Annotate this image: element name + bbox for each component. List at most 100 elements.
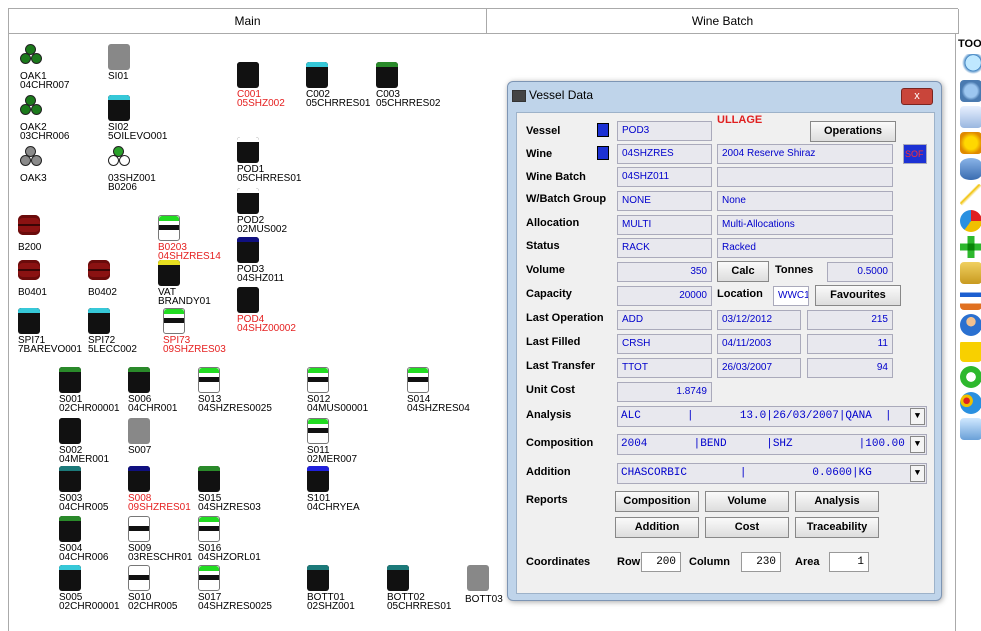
chevron-down-icon[interactable]: ▼ bbox=[910, 436, 925, 453]
warning-icon[interactable] bbox=[960, 340, 981, 362]
vessel-label: S101 04CHRYEA bbox=[307, 493, 360, 513]
tank-icon bbox=[128, 466, 150, 492]
vessel-data-dialog: Vessel Data x Vessel POD3 ULLAGE Operati… bbox=[507, 81, 942, 601]
vessel-label: OAK2 03CHR006 bbox=[20, 122, 70, 142]
wine-batch-label: Wine Batch bbox=[526, 171, 586, 183]
user-icon[interactable] bbox=[960, 314, 981, 336]
wbatch-group-label: W/Batch Group bbox=[526, 193, 607, 205]
tank-icon bbox=[198, 466, 220, 492]
last-filled-code: CRSH bbox=[617, 334, 712, 354]
oak-barrel-icon bbox=[20, 95, 42, 117]
row-field[interactable]: 200 bbox=[641, 552, 681, 572]
tab-bar: Main Wine Batch bbox=[8, 8, 959, 34]
tank-icon bbox=[307, 466, 329, 492]
addition-select[interactable]: CHASCORBIC | 0.0600|KG ▼ bbox=[617, 463, 927, 484]
toolbar: TOO bbox=[955, 34, 981, 631]
tank-icon bbox=[306, 62, 328, 88]
wand-icon[interactable] bbox=[960, 184, 981, 206]
column-field[interactable]: 230 bbox=[741, 552, 781, 572]
vessel-field[interactable]: POD3 bbox=[617, 121, 712, 141]
volume-field[interactable]: 350 bbox=[617, 262, 712, 282]
vessel-label: S009 03RESCHR01 bbox=[128, 543, 193, 563]
tank-icon bbox=[158, 215, 180, 241]
pie-chart-icon[interactable] bbox=[960, 210, 981, 232]
chevron-down-icon[interactable]: ▼ bbox=[910, 465, 925, 482]
calculator-icon[interactable] bbox=[960, 418, 981, 440]
vessel-label: C002 05CHRRES01 bbox=[306, 89, 371, 109]
area-label: Area bbox=[795, 556, 820, 568]
refresh-icon[interactable] bbox=[960, 366, 981, 388]
chevron-down-icon[interactable]: ▼ bbox=[910, 408, 925, 425]
oak-barrel-icon bbox=[20, 44, 42, 66]
tank-icon bbox=[88, 308, 110, 334]
palette-icon[interactable] bbox=[960, 392, 981, 414]
dialog-title: Vessel Data bbox=[512, 88, 593, 102]
cost-report-button[interactable]: Cost bbox=[705, 517, 789, 538]
document-icon[interactable] bbox=[960, 106, 981, 128]
tank-icon bbox=[108, 44, 130, 70]
area-field[interactable]: 1 bbox=[829, 552, 869, 572]
vessel-label: B200 bbox=[18, 242, 42, 253]
stack-icon[interactable] bbox=[960, 262, 981, 284]
reports-label: Reports bbox=[526, 494, 568, 506]
wbatch-group-desc-field: None bbox=[717, 191, 893, 211]
last-filled-date: 04/11/2003 bbox=[717, 334, 801, 354]
vessel-label: S006 04CHR001 bbox=[128, 394, 178, 414]
tab-main[interactable]: Main bbox=[9, 9, 487, 34]
favourites-button[interactable]: Favourites bbox=[815, 285, 901, 306]
vessel-label: S014 04SHZRES04 bbox=[407, 394, 470, 414]
calc-button[interactable]: Calc bbox=[717, 261, 769, 282]
vessel-label: B0203 04SHZRES14 bbox=[158, 242, 221, 262]
tonnes-label: Tonnes bbox=[775, 264, 814, 276]
oak-barrel-icon bbox=[108, 146, 130, 168]
find-icon[interactable] bbox=[960, 80, 981, 102]
analysis-report-button[interactable]: Analysis bbox=[795, 491, 879, 512]
last-transfer-number: 94 bbox=[807, 358, 893, 378]
composition-select[interactable]: 2004 |BEND |SHZ |100.00 ▼ bbox=[617, 434, 927, 455]
volume-report-button[interactable]: Volume bbox=[705, 491, 789, 512]
traceability-report-button[interactable]: Traceability bbox=[795, 517, 879, 538]
tank-icon bbox=[237, 188, 259, 214]
tonnes-field[interactable]: 0.5000 bbox=[827, 262, 893, 282]
allocation-field[interactable]: MULTI bbox=[617, 215, 712, 235]
vessel-label: S008 09SHZRES01 bbox=[128, 493, 191, 513]
tank-icon bbox=[59, 466, 81, 492]
dialog-body: Vessel POD3 ULLAGE Operations Wine 04SHZ… bbox=[516, 112, 935, 594]
capacity-label: Capacity bbox=[526, 288, 572, 300]
vessel-label: VAT BRANDY01 bbox=[158, 287, 211, 307]
database-icon[interactable] bbox=[960, 158, 981, 180]
vessel-label: SPI73 09SHZRES03 bbox=[163, 335, 226, 355]
analysis-select[interactable]: ALC | 13.0|26/03/2007|QANA | ▼ bbox=[617, 406, 927, 427]
wine-code-field[interactable]: 04SHZRES bbox=[617, 144, 712, 164]
composition-report-button[interactable]: Composition bbox=[615, 491, 699, 512]
tank-icon bbox=[128, 367, 150, 393]
wbatch-group-field[interactable]: NONE bbox=[617, 191, 712, 211]
vessel-label: S015 04SHZRES03 bbox=[198, 493, 261, 513]
wine-batch-field[interactable]: 04SHZ011 bbox=[617, 167, 712, 187]
status-field[interactable]: RACK bbox=[617, 238, 712, 258]
addition-report-button[interactable]: Addition bbox=[615, 517, 699, 538]
vessel-label: S016 04SHZORL01 bbox=[198, 543, 261, 563]
wine-lookup-button[interactable] bbox=[597, 146, 609, 160]
tab-wine-batch[interactable]: Wine Batch bbox=[487, 9, 959, 34]
tank-icon bbox=[18, 308, 40, 334]
gear-icon[interactable] bbox=[960, 132, 981, 154]
add-icon[interactable] bbox=[960, 236, 981, 258]
sof-badge[interactable]: SOF bbox=[903, 144, 927, 164]
capacity-field[interactable]: 20000 bbox=[617, 286, 712, 306]
tank-icon bbox=[59, 418, 81, 444]
addition-label: Addition bbox=[526, 466, 571, 478]
tank-icon bbox=[307, 367, 329, 393]
last-transfer-date: 26/03/2007 bbox=[717, 358, 801, 378]
volume-label: Volume bbox=[526, 264, 565, 276]
search-icon[interactable] bbox=[960, 54, 981, 76]
status-label: Status bbox=[526, 240, 560, 252]
hierarchy-icon[interactable] bbox=[960, 288, 981, 310]
vessel-lookup-button[interactable] bbox=[597, 123, 609, 137]
last-operation-date: 03/12/2012 bbox=[717, 310, 801, 330]
close-button[interactable]: x bbox=[901, 88, 933, 105]
operations-button[interactable]: Operations bbox=[810, 121, 896, 142]
vessel-label: C001 05SHZ002 bbox=[237, 89, 285, 109]
tank-icon bbox=[59, 516, 81, 542]
location-field[interactable]: WWC1 bbox=[773, 286, 809, 306]
